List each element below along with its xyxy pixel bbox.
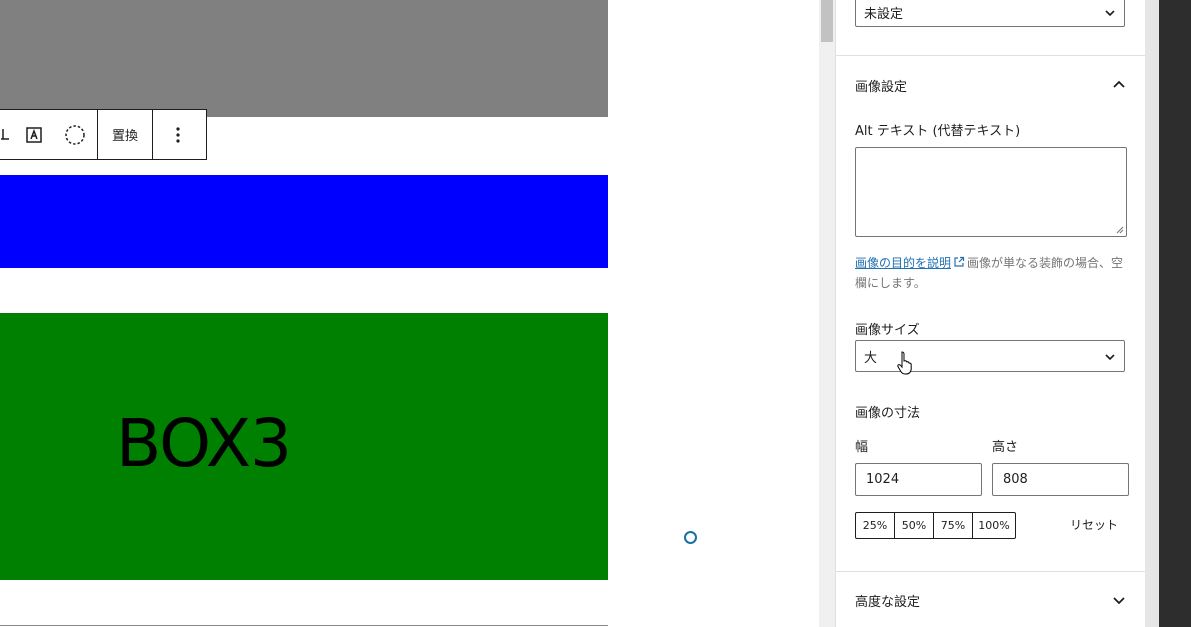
- hand-pointer-icon: [897, 351, 912, 375]
- image-size-label: 画像サイズ: [855, 323, 920, 338]
- toolbar-group-more: [153, 110, 203, 159]
- canvas-bottom-edge: [0, 625, 608, 626]
- box1-label: BOX1: [116, 0, 292, 15]
- scale-25-button[interactable]: 25%: [856, 513, 895, 538]
- reset-button[interactable]: リセット: [1070, 516, 1118, 533]
- toolbar-group-tools: [0, 110, 98, 159]
- align-icon[interactable]: [0, 110, 15, 159]
- resize-grip-icon[interactable]: [1115, 225, 1124, 234]
- replace-button[interactable]: 置換: [98, 110, 152, 159]
- advanced-settings-title[interactable]: 高度な設定: [855, 591, 920, 610]
- image-block-box2[interactable]: [0, 175, 608, 268]
- image-settings-title[interactable]: 画像設定: [855, 76, 907, 95]
- height-value: 808: [1003, 472, 1028, 487]
- alt-text-icon[interactable]: [15, 110, 53, 159]
- chevron-down-icon: [1105, 10, 1115, 17]
- scale-button-group: 25% 50% 75% 100%: [855, 512, 1016, 539]
- more-options-icon[interactable]: [153, 110, 203, 159]
- describe-purpose-link[interactable]: 画像の目的を説明: [855, 256, 951, 270]
- image-dimensions-label: 画像の寸法: [855, 406, 921, 421]
- editor-canvas: BOX1 BOX3 置換: [0, 0, 819, 627]
- settings-sidebar: 未設定 画像設定 Alt テキスト (代替テキスト) 画像の目的を説明 画像が単な…: [835, 0, 1146, 627]
- width-value: 1024: [866, 472, 900, 487]
- sidebar-scrollbar[interactable]: [1145, 0, 1159, 627]
- width-label: 幅: [855, 440, 869, 455]
- image-block-box3[interactable]: BOX3: [0, 313, 608, 580]
- select-circle-icon[interactable]: [53, 110, 97, 159]
- external-link-icon: [954, 256, 965, 267]
- alt-text-help: 画像の目的を説明 画像が単なる装飾の場合、空欄にします。: [855, 253, 1130, 293]
- chevron-up-icon[interactable]: [1112, 77, 1126, 91]
- block-toolbar: 置換: [0, 109, 207, 160]
- box3-label: BOX3: [116, 405, 292, 482]
- canvas-scrollbar[interactable]: [819, 0, 835, 627]
- panel-divider: [836, 55, 1146, 56]
- toolbar-group-replace: 置換: [98, 110, 154, 159]
- chevron-down-icon: [1105, 354, 1115, 361]
- loading-spinner-icon: [684, 531, 697, 544]
- width-input[interactable]: 1024: [855, 463, 982, 496]
- image-block-box1[interactable]: BOX1: [0, 0, 608, 117]
- chevron-down-icon[interactable]: [1112, 594, 1126, 608]
- scale-50-button[interactable]: 50%: [895, 513, 934, 538]
- top-select-value: 未設定: [864, 6, 904, 22]
- scale-75-button[interactable]: 75%: [934, 513, 973, 538]
- height-label: 高さ: [992, 440, 1019, 455]
- scale-100-button[interactable]: 100%: [973, 513, 1015, 538]
- alt-text-label: Alt テキスト (代替テキスト): [855, 124, 1021, 139]
- window-edge: [1159, 0, 1191, 627]
- alt-text-textarea[interactable]: [855, 147, 1127, 237]
- panel-divider: [836, 571, 1146, 572]
- canvas-scrollbar-thumb[interactable]: [821, 0, 833, 42]
- top-select[interactable]: 未設定: [855, 0, 1125, 27]
- height-input[interactable]: 808: [992, 463, 1129, 496]
- image-size-value: 大: [864, 350, 878, 366]
